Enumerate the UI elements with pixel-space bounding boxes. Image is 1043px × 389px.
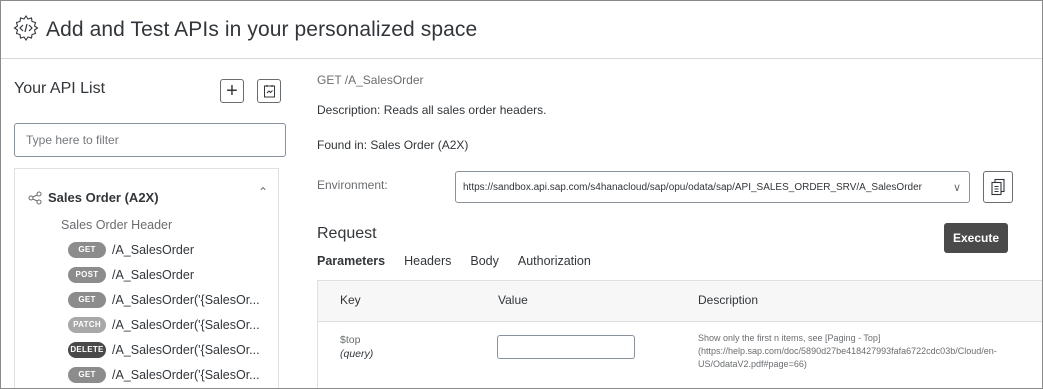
environment-select[interactable]: https://sandbox.api.sap.com/s4hanacloud/… (455, 171, 970, 203)
app-window: Add and Test APIs in your personalized s… (0, 0, 1043, 389)
request-tabs: Parameters Headers Body Authorization (317, 254, 591, 268)
method-badge: POST (68, 267, 106, 283)
share-icon (28, 191, 42, 204)
copy-button[interactable] (983, 171, 1013, 203)
column-header-description: Description (698, 293, 759, 307)
method-badge: PATCH (68, 317, 106, 333)
endpoint-item[interactable]: DELETE /A_SalesOrder('{SalesOr... (68, 341, 260, 359)
endpoint-item[interactable]: GET /A_SalesOrder (68, 241, 194, 259)
endpoint-path: /A_SalesOrder (112, 268, 194, 282)
param-value-input[interactable] (497, 335, 635, 359)
endpoint-path: /A_SalesOrder('{SalesOr... (112, 343, 260, 357)
method-badge: GET (68, 292, 106, 308)
environment-label: Environment: (317, 178, 388, 192)
param-key: $top (340, 334, 361, 346)
found-in: Found in: Sales Order (A2X) (317, 138, 469, 152)
api-group-header[interactable]: Sales Order (A2X) (28, 190, 159, 205)
endpoint-item[interactable]: PATCH /A_SalesOrder('{SalesOr... (68, 316, 260, 334)
method-badge: DELETE (68, 342, 106, 358)
chevron-down-icon: ∨ (952, 182, 961, 194)
parameters-table: Key Value Description $top (query) Show … (317, 280, 1042, 388)
api-group-title: Sales Order (A2X) (48, 190, 159, 205)
document-icon (263, 85, 275, 98)
api-list-title: Your API List (14, 80, 106, 97)
tab-parameters[interactable]: Parameters (317, 254, 385, 268)
endpoint-path: /A_SalesOrder('{SalesOr... (112, 368, 260, 382)
column-header-key: Key (340, 293, 361, 307)
column-header-value: Value (498, 293, 528, 307)
api-subheading: Sales Order Header (61, 218, 173, 232)
copy-icon (991, 178, 1005, 196)
document-button[interactable] (257, 79, 281, 103)
request-title: Request (317, 225, 377, 242)
add-api-button[interactable]: + (220, 79, 244, 103)
environment-value: https://sandbox.api.sap.com/s4hanacloud/… (463, 181, 922, 193)
api-hub-gear-icon (13, 15, 39, 41)
param-type: (query) (340, 348, 374, 360)
tab-body[interactable]: Body (470, 254, 499, 268)
tab-authorization[interactable]: Authorization (518, 254, 591, 268)
method-badge: GET (68, 367, 106, 383)
endpoint-path: /A_SalesOrder (112, 243, 194, 257)
endpoint-item[interactable]: GET /A_SalesOrder('{SalesOr... (68, 291, 260, 309)
chevron-up-icon[interactable]: ⌃ (258, 185, 268, 199)
endpoint-item[interactable]: POST /A_SalesOrder (68, 266, 194, 284)
tab-headers[interactable]: Headers (404, 254, 451, 268)
endpoint-item[interactable]: GET /A_SalesOrder('{SalesOr... (68, 366, 260, 384)
table-row: $top (query) Show only the first n items… (318, 321, 1042, 388)
execute-button[interactable]: Execute (944, 223, 1008, 253)
page-title: Add and Test APIs in your personalized s… (46, 18, 478, 41)
param-description: Show only the first n items, see [Paging… (698, 333, 997, 369)
api-group-sales-order: Sales Order (A2X) ⌃ Sales Order Header G… (14, 168, 279, 388)
endpoint-path: /A_SalesOrder('{SalesOr... (112, 318, 260, 332)
endpoint-path: /A_SalesOrder('{SalesOr... (112, 293, 260, 307)
method-path: GET /A_SalesOrder (317, 73, 424, 87)
page-header: Add and Test APIs in your personalized s… (1, 1, 1042, 59)
api-description: Description: Reads all sales order heade… (317, 103, 547, 117)
plus-icon: + (226, 80, 238, 102)
api-detail-panel: GET /A_SalesOrder Description: Reads all… (299, 59, 1042, 388)
filter-input[interactable] (14, 123, 286, 157)
method-badge: GET (68, 242, 106, 258)
api-list-panel: Your API List + Sales Order (A2X) (1, 59, 299, 388)
